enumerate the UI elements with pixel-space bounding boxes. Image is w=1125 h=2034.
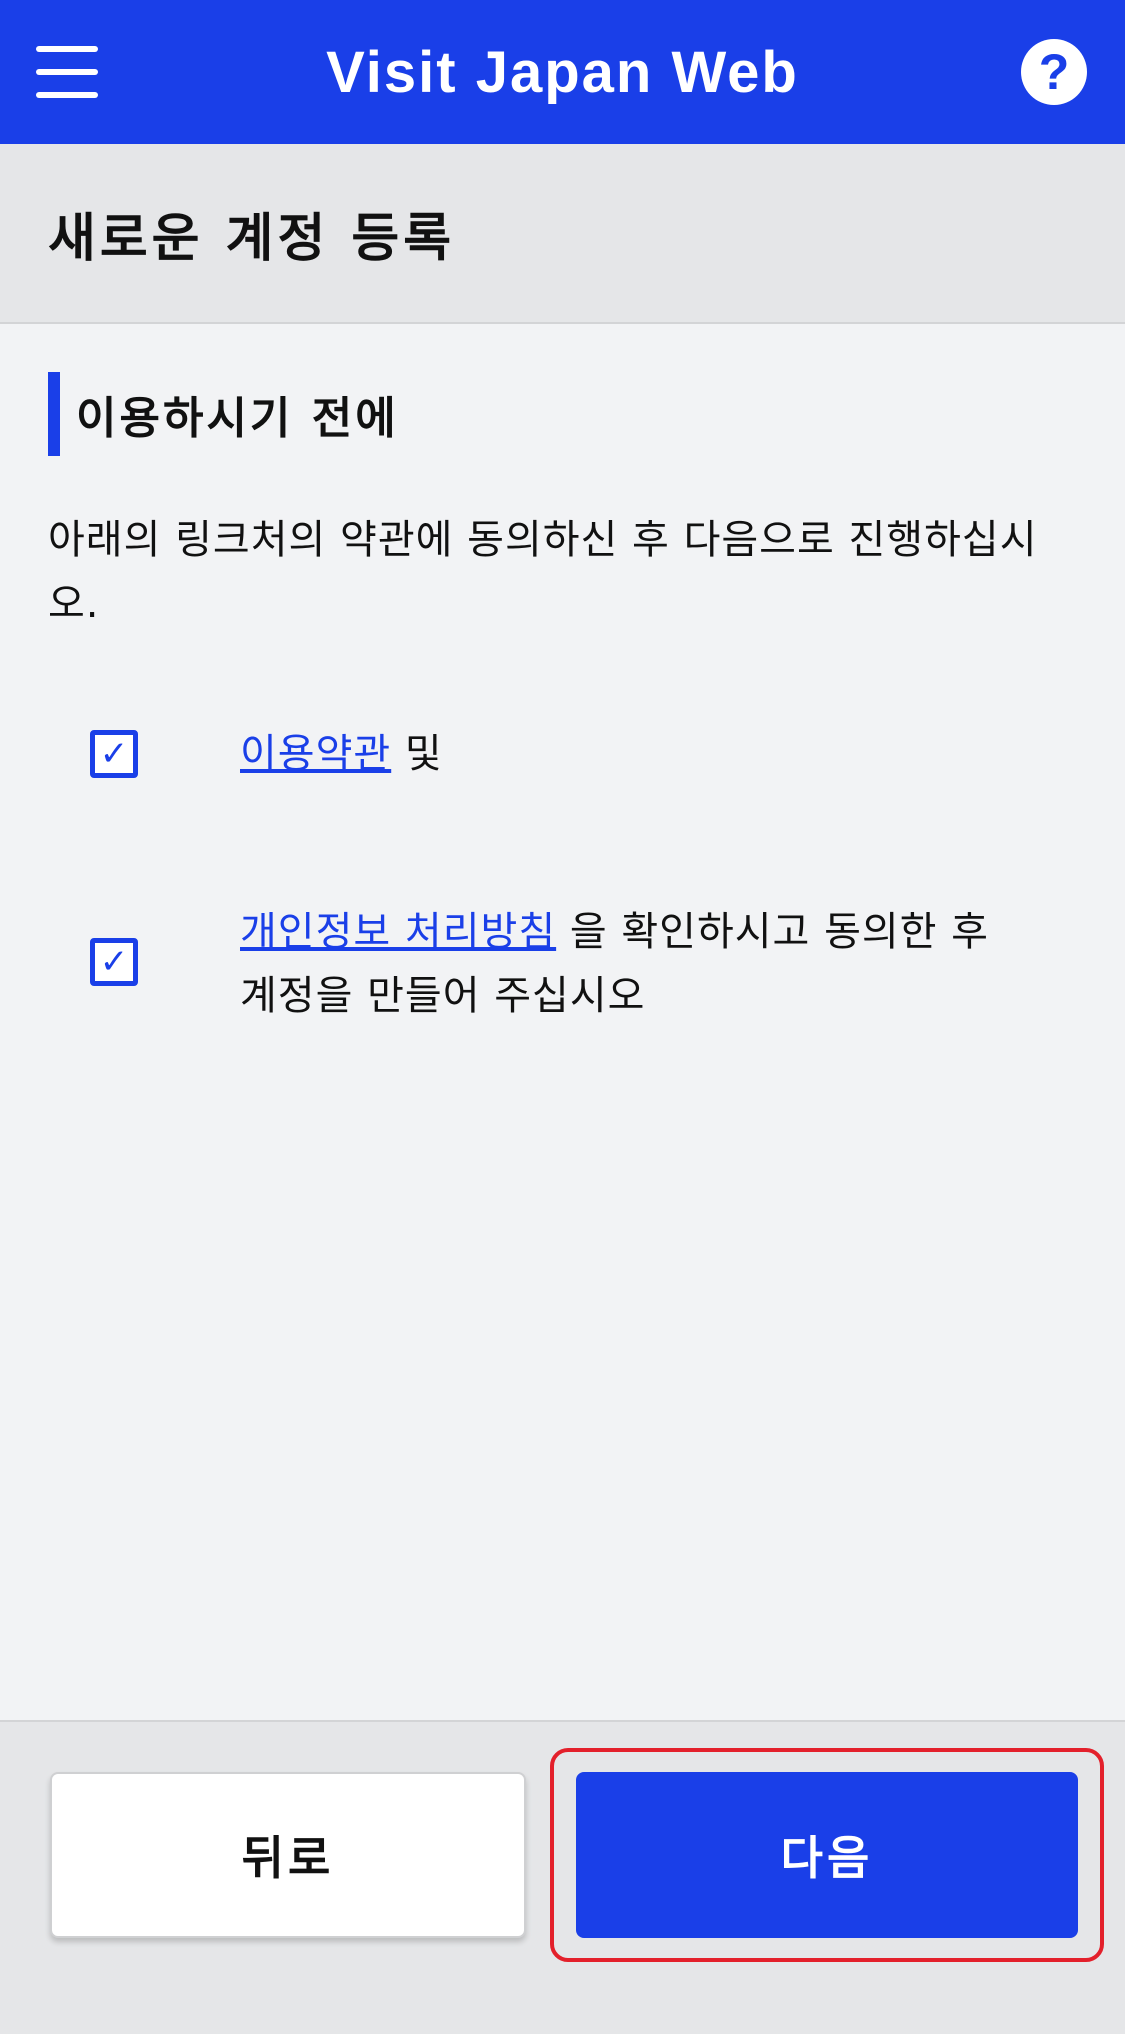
menu-line [36, 69, 98, 75]
hamburger-menu-icon[interactable] [36, 46, 98, 98]
back-button[interactable]: 뒤로 [50, 1772, 526, 1938]
terms-agreement-text: 이용약관 및 [240, 722, 1000, 786]
help-circle-icon[interactable]: ? [1021, 39, 1087, 105]
terms-checkbox[interactable]: ✓ [90, 730, 138, 778]
next-button[interactable]: 다음 [576, 1772, 1078, 1938]
privacy-checkbox[interactable]: ✓ [90, 938, 138, 986]
page-title: 새로운 계정 등록 [48, 208, 456, 269]
menu-line [36, 92, 98, 98]
privacy-policy-link[interactable]: 개인정보 처리방침 [240, 909, 556, 955]
privacy-agreement-text: 개인정보 처리방침 을 확인하시고 동의한 후 계정을 만들어 주십시오 [240, 900, 1000, 1028]
app-title: Visit Japan Web [326, 39, 799, 105]
app-root: Visit Japan Web ? 새로운 계정 등록 이용하시기 전에 아래의… [0, 0, 1125, 2034]
section-heading-text: 이용하시기 전에 [76, 393, 399, 444]
intro-text: 아래의 링크처의 약관에 동의하신 후 다음으로 진행하십시오. [48, 517, 1038, 627]
page-title-band: 새로운 계정 등록 [0, 144, 1125, 324]
menu-line [36, 46, 98, 52]
app-header: Visit Japan Web ? [0, 0, 1125, 144]
terms-suffix: 및 [404, 731, 443, 777]
section-accent-bar [48, 372, 60, 456]
checkmark-icon: ✓ [99, 942, 129, 982]
terms-of-use-link[interactable]: 이용약관 [240, 731, 391, 777]
section-heading: 이용하시기 전에 [48, 372, 399, 456]
checkmark-icon: ✓ [99, 734, 129, 774]
